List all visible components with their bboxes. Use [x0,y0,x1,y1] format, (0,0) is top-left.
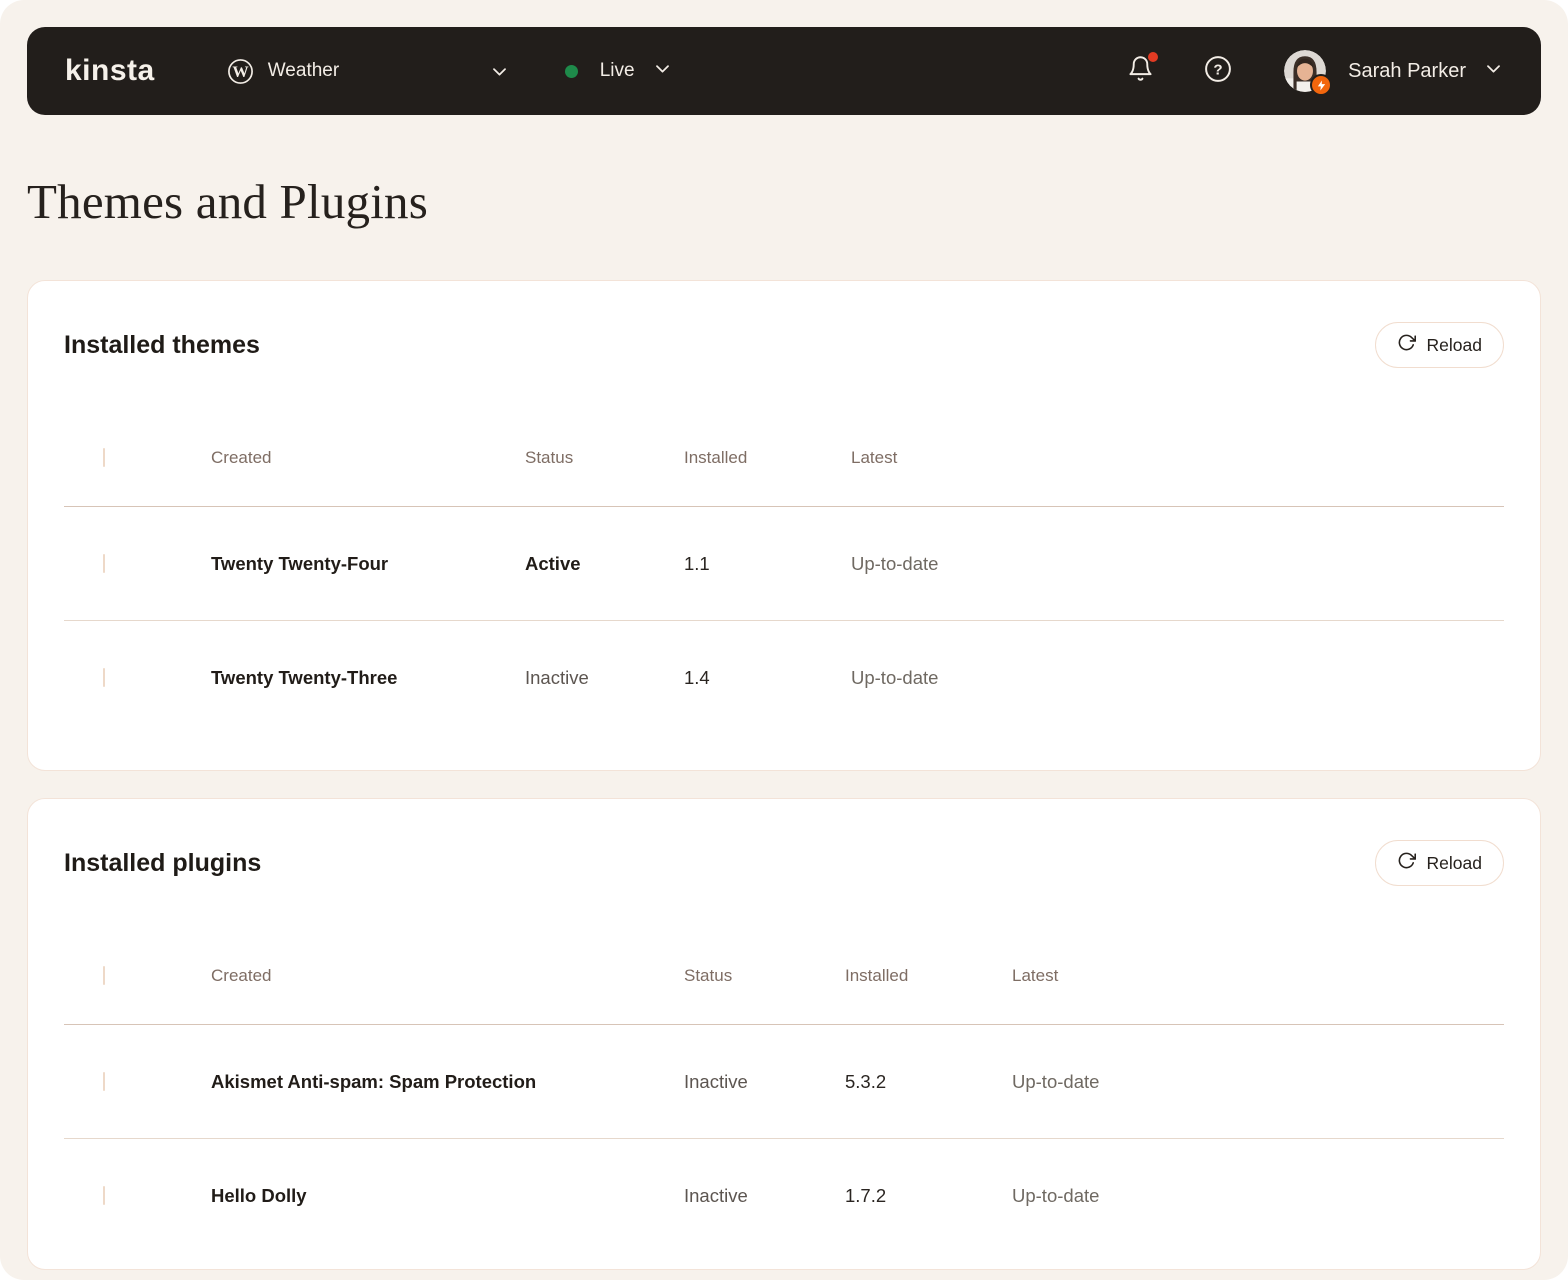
column-header-latest: Latest [851,448,1504,468]
chevron-down-icon [653,59,672,83]
theme-name: Twenty Twenty-Three [211,667,525,689]
page-title: Themes and Plugins [27,173,1541,230]
top-navbar: kinsta W Weather Live [27,27,1541,115]
installed-themes-card: Installed themes Reload Created Status I… [27,280,1541,771]
theme-status: Inactive [525,667,684,689]
plugin-name: Akismet Anti-spam: Spam Protection [211,1071,684,1093]
theme-status: Active [525,553,684,575]
column-header-installed: Installed [684,448,851,468]
kinsta-logo[interactable]: kinsta [65,54,155,88]
plugins-table-header: Created Status Installed Latest [64,927,1504,1025]
wordpress-icon: W [227,58,254,85]
themes-card-header: Installed themes Reload [64,321,1504,369]
help-button[interactable]: ? [1204,55,1232,88]
navbar-actions: ? [1127,50,1503,92]
plugin-latest: Up-to-date [1012,1185,1504,1207]
installed-plugins-card: Installed plugins Reload Created Status … [27,798,1541,1270]
themes-reload-button[interactable]: Reload [1375,322,1504,368]
column-header-status: Status [684,966,845,986]
themes-table: Created Status Installed Latest Twenty T… [64,409,1504,735]
theme-latest: Up-to-date [851,553,1504,575]
environment-selector-dropdown[interactable]: Live [565,59,672,83]
plugin-status: Inactive [684,1185,845,1207]
theme-installed: 1.1 [684,553,851,575]
site-selector-dropdown[interactable]: W Weather [227,58,509,85]
theme-installed: 1.4 [684,667,851,689]
plugin-name: Hello Dolly [211,1185,684,1207]
select-row-checkbox[interactable] [103,554,105,573]
select-all-checkbox[interactable] [103,448,105,467]
svg-text:?: ? [1214,61,1223,78]
table-row: Twenty Twenty-Three Inactive 1.4 Up-to-d… [64,621,1504,735]
select-row-checkbox[interactable] [103,1072,105,1091]
plugin-installed: 1.7.2 [845,1185,1012,1207]
theme-name: Twenty Twenty-Four [211,553,525,575]
reload-icon [1397,851,1416,875]
plugins-reload-button[interactable]: Reload [1375,840,1504,886]
user-name: Sarah Parker [1348,60,1466,83]
notifications-button[interactable] [1127,55,1154,87]
column-header-created: Created [211,448,525,468]
column-header-status: Status [525,448,684,468]
user-menu[interactable]: Sarah Parker [1284,50,1503,92]
theme-latest: Up-to-date [851,667,1504,689]
column-header-latest: Latest [1012,966,1504,986]
plugins-card-header: Installed plugins Reload [64,839,1504,887]
site-selector-label: Weather [268,60,339,82]
plugins-table: Created Status Installed Latest Akismet … [64,927,1504,1253]
themes-card-title: Installed themes [64,331,260,360]
reload-button-label: Reload [1427,335,1482,356]
reload-button-label: Reload [1427,853,1482,874]
select-row-checkbox[interactable] [103,1186,105,1205]
column-header-installed: Installed [845,966,1012,986]
plugin-installed: 5.3.2 [845,1071,1012,1093]
table-row: Twenty Twenty-Four Active 1.1 Up-to-date [64,507,1504,621]
live-status-dot [565,65,578,78]
plugins-card-title: Installed plugins [64,849,261,878]
chevron-down-icon [1484,59,1503,83]
reload-icon [1397,333,1416,357]
column-header-created: Created [211,966,684,986]
page: kinsta W Weather Live [0,0,1568,1280]
select-all-checkbox[interactable] [103,966,105,985]
notification-badge [1148,52,1158,62]
lightning-badge-icon [1310,74,1332,96]
chevron-down-icon [490,62,509,81]
table-row: Hello Dolly Inactive 1.7.2 Up-to-date [64,1139,1504,1253]
help-icon: ? [1204,55,1232,88]
themes-table-header: Created Status Installed Latest [64,409,1504,507]
table-row: Akismet Anti-spam: Spam Protection Inact… [64,1025,1504,1139]
environment-selector-label: Live [600,60,635,82]
avatar [1284,50,1326,92]
select-row-checkbox[interactable] [103,668,105,687]
plugin-latest: Up-to-date [1012,1071,1504,1093]
svg-text:W: W [232,61,249,80]
plugin-status: Inactive [684,1071,845,1093]
